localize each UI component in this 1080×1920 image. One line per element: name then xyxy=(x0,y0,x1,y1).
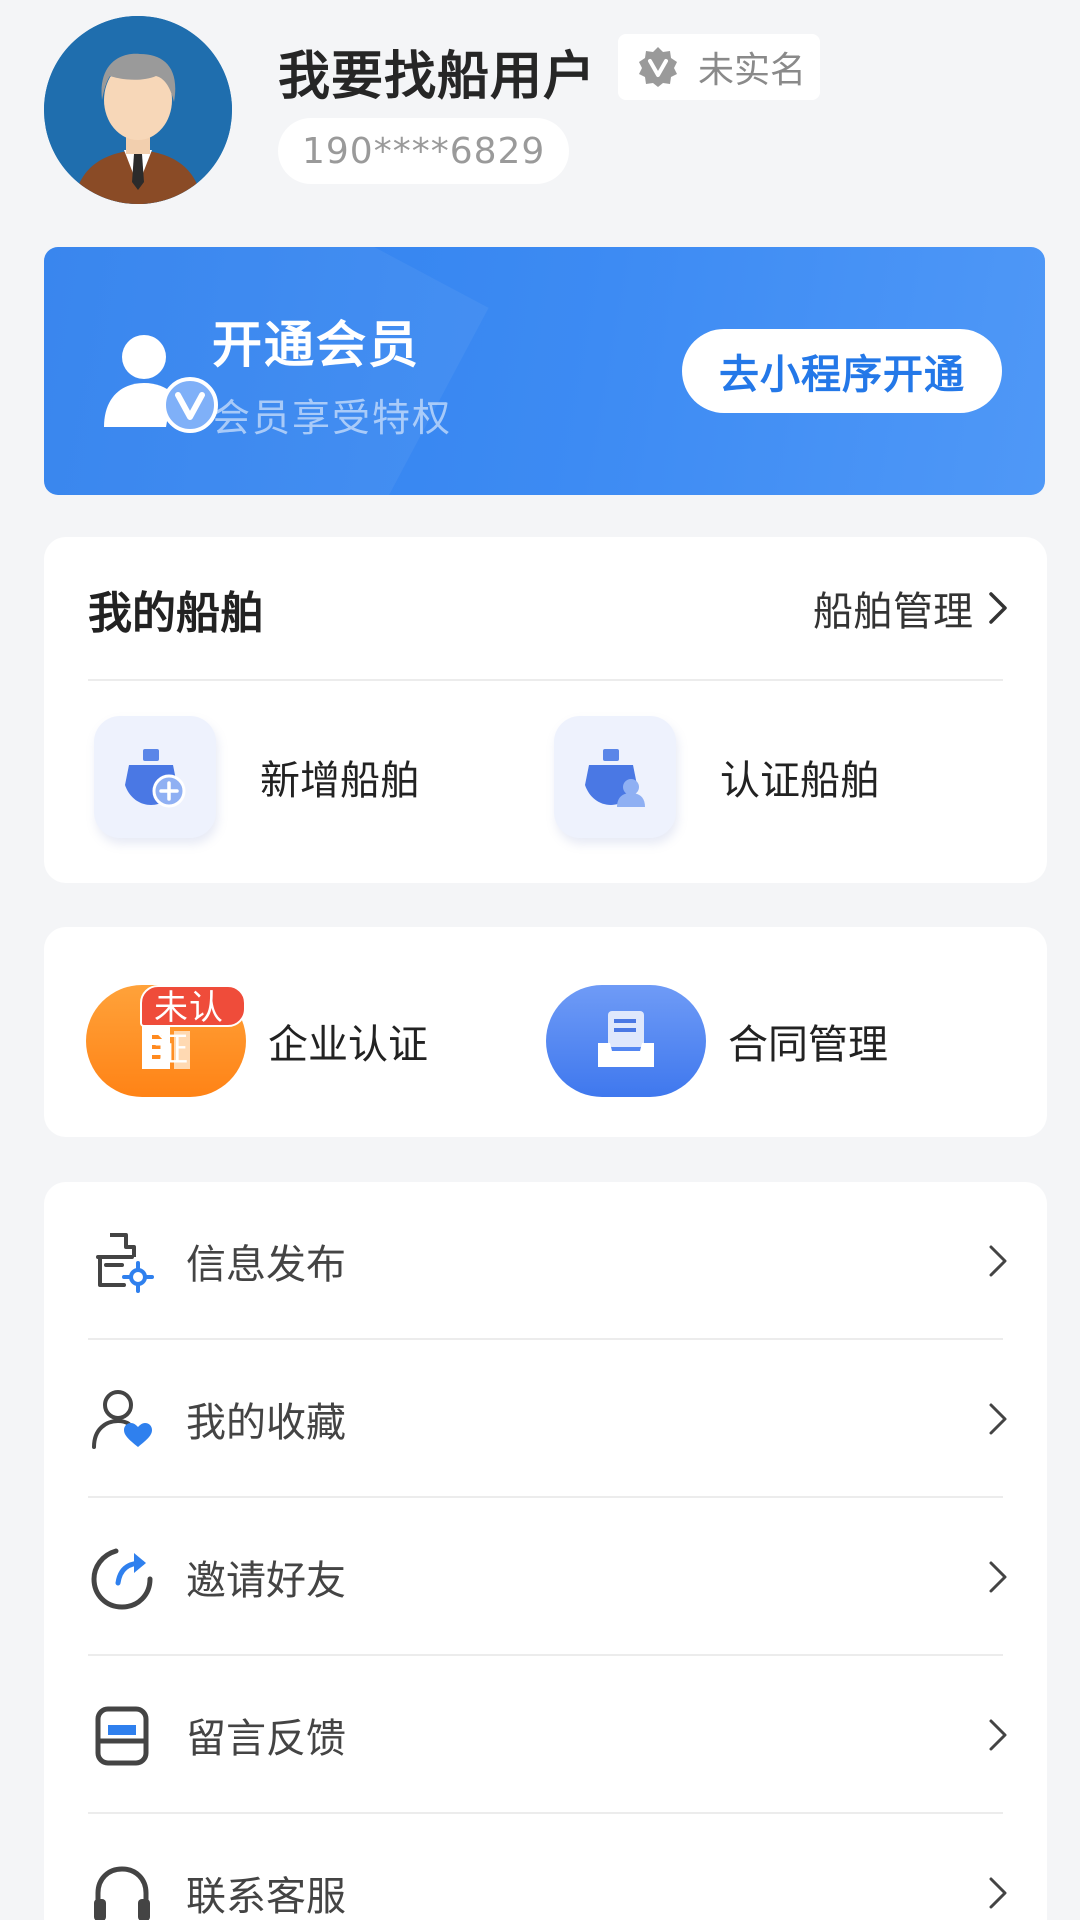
unverified-tag: 未认证 xyxy=(140,985,246,1070)
add-ship-label: 新增船舶 xyxy=(260,758,420,804)
phone-number: 190****6829 xyxy=(278,118,570,184)
contract-management-button[interactable]: 合同管理 xyxy=(546,985,888,1097)
menu-item-label: 留言反馈 xyxy=(186,1716,346,1762)
verify-status-text: 未实名 xyxy=(698,50,807,91)
menu-item-feedback[interactable]: 留言反馈 xyxy=(44,1656,1047,1814)
ship-management-link[interactable]: 船舶管理 xyxy=(813,579,1009,637)
contract-icon xyxy=(598,1011,654,1067)
menu-item-label: 我的收藏 xyxy=(186,1400,346,1446)
feedback-icon xyxy=(95,1706,149,1766)
menu-item-label: 邀请好友 xyxy=(186,1558,346,1604)
avatar[interactable] xyxy=(44,16,232,204)
menu-item-label: 联系客服 xyxy=(186,1874,346,1920)
business-card: 未认证 企业认证 合同管理 xyxy=(44,927,1047,1137)
ship-user-icon xyxy=(585,749,645,807)
add-ship-button[interactable]: 新增船舶 xyxy=(94,712,420,842)
menu-item-label: 信息发布 xyxy=(186,1242,346,1288)
member-title: 开通会员 xyxy=(212,316,420,374)
favorite-user-icon xyxy=(92,1390,152,1449)
contract-management-label: 合同管理 xyxy=(728,1022,888,1068)
publish-icon xyxy=(96,1233,154,1293)
certify-ship-label: 认证船舶 xyxy=(720,758,880,804)
menu-item-publish[interactable]: 信息发布 xyxy=(44,1182,1047,1340)
certify-ship-button[interactable]: 认证船舶 xyxy=(554,712,880,842)
verify-status-badge[interactable]: 未实名 xyxy=(618,34,821,100)
open-membership-button[interactable]: 去小程序开通 xyxy=(682,329,1002,413)
my-ships-title: 我的船舶 xyxy=(88,588,264,639)
menu-item-invite[interactable]: 邀请好友 xyxy=(44,1498,1047,1656)
chevron-right-icon xyxy=(989,1877,1007,1909)
verified-shield-icon xyxy=(639,47,677,87)
chevron-right-icon xyxy=(989,592,1007,624)
member-subtitle: 会员享受特权 xyxy=(212,396,453,440)
menu-item-favorites[interactable]: 我的收藏 xyxy=(44,1340,1047,1498)
chevron-right-icon xyxy=(989,1561,1007,1593)
username: 我要找船用户 xyxy=(278,47,597,107)
enterprise-certification-button[interactable]: 未认证 企业认证 xyxy=(86,985,428,1097)
headset-icon xyxy=(94,1866,150,1920)
menu-list-card: 信息发布 我的收藏 邀请好友 留言反馈 联系客服 xyxy=(44,1182,1047,1920)
invite-refresh-icon xyxy=(91,1548,153,1610)
enterprise-certification-label: 企业认证 xyxy=(268,1022,428,1068)
chevron-right-icon xyxy=(989,1719,1007,1751)
my-ships-card: 我的船舶 船舶管理 新增船舶 认证船舶 xyxy=(44,537,1047,883)
member-banner[interactable]: 开通会员 会员享受特权 去小程序开通 xyxy=(44,247,1045,495)
ship-add-icon xyxy=(125,749,186,808)
ship-management-label: 船舶管理 xyxy=(813,589,973,635)
user-portrait-icon xyxy=(44,16,232,204)
member-vip-icon xyxy=(104,335,218,433)
menu-item-customer-service[interactable]: 联系客服 xyxy=(44,1814,1047,1920)
chevron-right-icon xyxy=(989,1403,1007,1435)
chevron-right-icon xyxy=(989,1245,1007,1277)
